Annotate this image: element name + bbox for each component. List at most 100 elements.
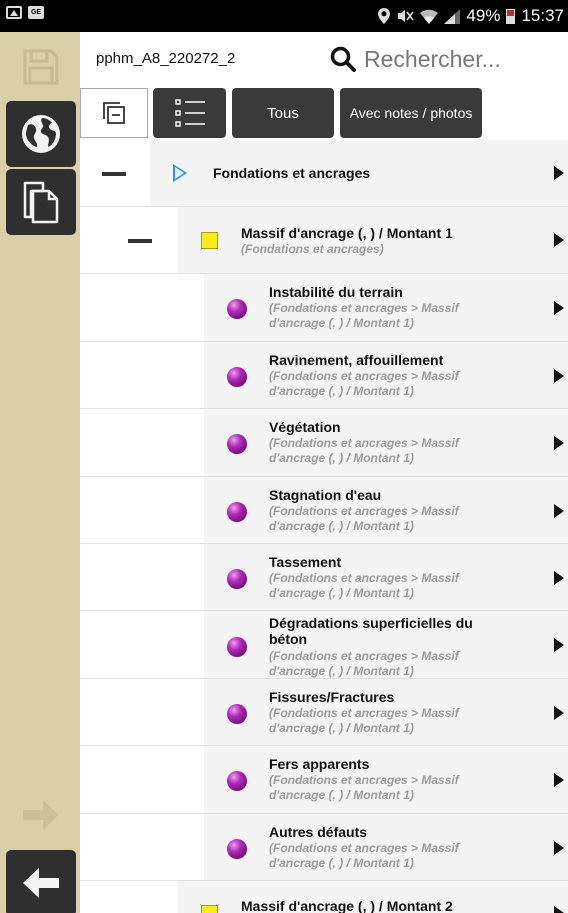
collapse-icon[interactable] bbox=[102, 172, 126, 176]
search-placeholder: Rechercher... bbox=[364, 45, 501, 72]
copy-icon bbox=[23, 181, 59, 224]
tree-row-defect[interactable]: Stagnation d'eau (Fondations et ancrages … bbox=[80, 477, 568, 544]
defect-dot-icon bbox=[227, 704, 247, 724]
row-path: (Fondations et ancrages > Massif bbox=[269, 773, 459, 787]
status-bar: GE 49% 15:37 bbox=[0, 0, 568, 32]
row-title: Massif d'ancrage (, ) / Montant 1 bbox=[241, 225, 453, 241]
tree-row-group[interactable]: Massif d'ancrage (, ) / Montant 1 (Fonda… bbox=[80, 207, 568, 274]
collapse-icon bbox=[103, 102, 125, 124]
chevron-right-icon[interactable] bbox=[554, 638, 564, 652]
row-path-line2: d'ancrage (, ) / Montant 1) bbox=[269, 788, 414, 802]
row-path-line2: d'ancrage (, ) / Montant 1) bbox=[269, 856, 414, 870]
battery-percent: 49% bbox=[466, 6, 501, 25]
tree-row-root[interactable]: Fondations et ancrages bbox=[80, 140, 568, 207]
row-path: (Fondations et ancrages > Massif bbox=[269, 436, 459, 450]
row-path-line2: d'ancrage (, ) / Montant 1) bbox=[269, 384, 414, 398]
defect-dot-icon bbox=[227, 502, 247, 522]
chevron-right-icon[interactable] bbox=[554, 233, 564, 247]
row-path-line2: d'ancrage (, ) / Montant 1) bbox=[269, 451, 414, 465]
chevron-right-icon[interactable] bbox=[554, 706, 564, 720]
wifi-icon bbox=[420, 9, 439, 24]
row-title-line2: béton bbox=[269, 631, 308, 647]
defect-dot-icon bbox=[227, 367, 247, 387]
row-path: (Fondations et ancrages > Massif bbox=[269, 369, 459, 383]
filter-toolbar: Tous Avec notes / photos bbox=[80, 86, 568, 140]
tree-row-defect[interactable]: Fissures/Fractures (Fondations et ancrage… bbox=[80, 679, 568, 746]
row-path-line2: d'ancrage (, ) / Montant 1) bbox=[269, 316, 414, 330]
copy-button[interactable] bbox=[6, 169, 76, 235]
row-path: (Fondations et ancrages > Massif bbox=[269, 504, 459, 518]
chevron-right-icon[interactable] bbox=[554, 301, 564, 315]
battery-icon bbox=[506, 8, 516, 24]
chevron-right-icon[interactable] bbox=[554, 504, 564, 518]
row-title: Ravinement, affouillement bbox=[269, 352, 444, 368]
row-path-line2: d'ancrage (, ) / Montant 1) bbox=[269, 586, 414, 600]
defect-dot-icon bbox=[227, 771, 247, 791]
search-field[interactable]: Rechercher... bbox=[318, 36, 568, 82]
globe-icon bbox=[22, 115, 60, 153]
inspection-tree: Fondations et ancrages Massif d'ancrage … bbox=[80, 140, 568, 913]
tree-row-defect[interactable]: Végétation (Fondations et ancrages > Mass… bbox=[80, 409, 568, 477]
collapse-icon[interactable] bbox=[128, 239, 152, 243]
element-square-icon bbox=[201, 905, 218, 913]
tree-row-defect[interactable]: Tassement (Fondations et ancrages > Massi… bbox=[80, 544, 568, 611]
row-path-line2: d'ancrage (, ) / Montant 1) bbox=[269, 519, 414, 533]
gallery-icon bbox=[6, 6, 22, 19]
defect-dot-icon bbox=[227, 839, 247, 859]
chevron-right-icon[interactable] bbox=[554, 773, 564, 787]
row-path: (Fondations et ancrages > Massif bbox=[269, 841, 459, 855]
tree-row-defect[interactable]: Fers apparents (Fondations et ancrages > … bbox=[80, 746, 568, 814]
mute-icon bbox=[398, 10, 415, 22]
header: pphm_A8_220272_2 Rechercher... bbox=[80, 32, 568, 84]
arrow-left-icon bbox=[23, 868, 59, 898]
chevron-right-icon[interactable] bbox=[554, 571, 564, 585]
back-button[interactable] bbox=[6, 850, 76, 913]
row-path-line2: d'ancrage (, ) / Montant 1) bbox=[269, 721, 414, 735]
save-button[interactable] bbox=[6, 34, 76, 100]
row-path-line2: d'ancrage (, ) / Montant 1) bbox=[269, 664, 414, 678]
chevron-right-icon[interactable] bbox=[554, 906, 564, 913]
ge-icon: GE bbox=[28, 6, 44, 19]
save-icon bbox=[23, 49, 59, 85]
row-title: Végétation bbox=[269, 419, 341, 435]
tree-row-defect[interactable]: Instabilité du terrain (Fondations et anc… bbox=[80, 274, 568, 342]
tree-row-group[interactable]: Massif d'ancrage (, ) / Montant 2 bbox=[80, 881, 568, 913]
project-name: pphm_A8_220272_2 bbox=[96, 50, 236, 67]
chevron-right-icon[interactable] bbox=[554, 841, 564, 855]
chevron-right-icon[interactable] bbox=[554, 166, 564, 180]
location-icon bbox=[378, 8, 391, 24]
arrow-right-icon bbox=[23, 800, 59, 830]
row-title: Fers apparents bbox=[269, 756, 370, 772]
row-path: (Fondations et ancrages > Massif bbox=[269, 301, 459, 315]
row-path: (Fondations et ancrages > Massif bbox=[269, 571, 459, 585]
chevron-right-icon[interactable] bbox=[554, 369, 564, 383]
collapse-all-button[interactable] bbox=[80, 88, 148, 138]
search-icon bbox=[330, 46, 356, 72]
tree-row-defect[interactable]: Dégradations superficielles du béton (Fond… bbox=[80, 611, 568, 679]
chevron-right-icon[interactable] bbox=[554, 436, 564, 450]
map-button[interactable] bbox=[6, 101, 76, 167]
defect-dot-icon bbox=[227, 299, 247, 319]
list-icon bbox=[174, 99, 205, 127]
element-square-icon bbox=[201, 232, 218, 249]
filter-all-button[interactable]: Tous bbox=[232, 88, 334, 138]
row-path: (Fondations et ancrages) bbox=[241, 242, 384, 256]
row-title: Instabilité du terrain bbox=[269, 284, 403, 300]
tree-row-defect[interactable]: Ravinement, affouillement (Fondations et … bbox=[80, 342, 568, 409]
expand-all-button[interactable] bbox=[153, 88, 226, 138]
row-title: Stagnation d'eau bbox=[269, 487, 382, 503]
section-triangle-icon bbox=[173, 164, 187, 182]
row-title: Fissures/Fractures bbox=[269, 689, 395, 705]
row-title: Fondations et ancrages bbox=[213, 165, 371, 181]
tree-row-defect[interactable]: Autres défauts (Fondations et ancrages > … bbox=[80, 814, 568, 881]
row-title: Autres défauts bbox=[269, 824, 368, 840]
row-title: Massif d'ancrage (, ) / Montant 2 bbox=[241, 898, 453, 913]
defect-dot-icon bbox=[227, 637, 247, 657]
filter-notes-photos-button[interactable]: Avec notes / photos bbox=[340, 88, 482, 138]
defect-dot-icon bbox=[227, 434, 247, 454]
sidebar bbox=[0, 32, 80, 913]
defect-dot-icon bbox=[227, 569, 247, 589]
row-path: (Fondations et ancrages > Massif bbox=[269, 649, 459, 663]
row-path: (Fondations et ancrages > Massif bbox=[269, 706, 459, 720]
forward-button[interactable] bbox=[6, 782, 76, 848]
